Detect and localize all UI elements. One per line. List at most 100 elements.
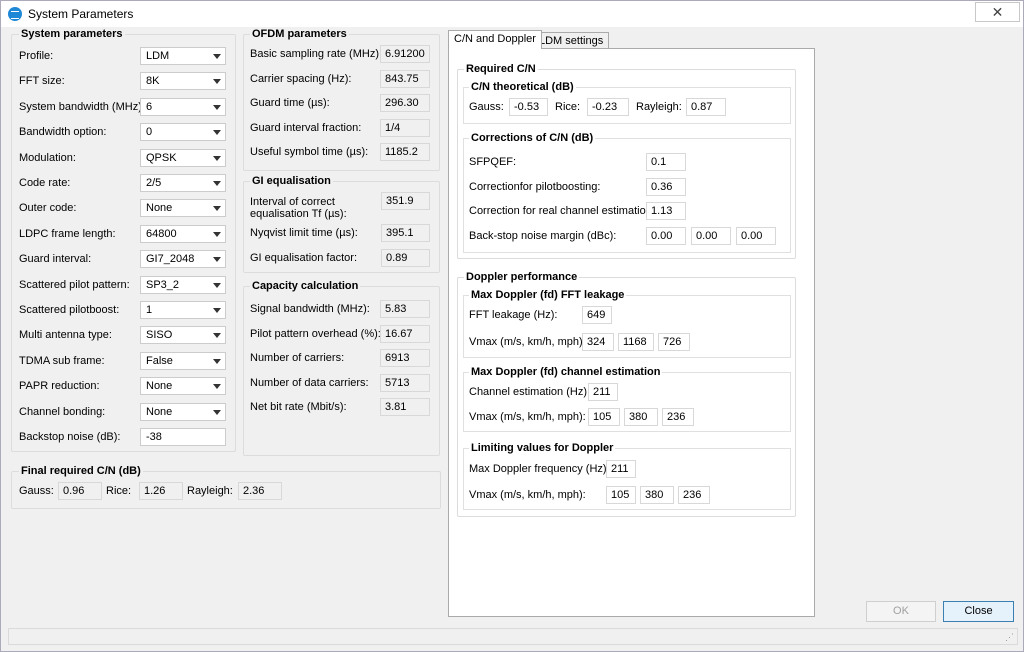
chevron-down-icon xyxy=(213,155,221,161)
scattered-pilot-pattern-dropdown[interactable]: SP3_2 xyxy=(140,275,226,294)
fft-size-value: 8K xyxy=(146,75,160,88)
cap-signal-bandwidth-mhz-value: 5.83 xyxy=(380,300,430,318)
pilot-boost-correction-value: 0.36 xyxy=(646,178,686,196)
ok-button[interactable]: OK xyxy=(866,601,936,622)
pilot-boost-correction-label: Correctionfor pilotboosting: xyxy=(469,181,601,193)
multi-antenna-type-dropdown[interactable]: SISO xyxy=(140,326,226,345)
cn-corrections-group: Corrections of C/N (dB) SFPQEF: 0.1 Corr… xyxy=(463,132,791,253)
cap-number-of-carriers-label: Number of carriers: xyxy=(250,352,345,364)
channel-estimation-title: Max Doppler (fd) channel estimation xyxy=(469,366,663,378)
fft-vmax-label: Vmax (m/s, km/h, mph): xyxy=(469,336,586,348)
chevron-down-icon xyxy=(213,384,221,390)
modulation-label: Modulation: xyxy=(19,151,76,164)
chevron-down-icon xyxy=(213,54,221,59)
gi-nyquist-value: 395.1 xyxy=(381,224,430,242)
outer-code-value: None xyxy=(146,202,173,215)
channel-estimation-value: 211 xyxy=(588,383,618,401)
doppler-group: Doppler performance Max Doppler (fd) FFT… xyxy=(457,271,796,517)
chevron-down-icon xyxy=(213,409,221,415)
system-parameters-title: System parameters xyxy=(19,28,125,40)
code-rate-dropdown[interactable]: 2/5 xyxy=(140,174,226,192)
scattered-pilot-pattern-value: SP3_2 xyxy=(146,278,180,291)
backstop-margin-value-2: 0.00 xyxy=(691,227,731,245)
scattered-pilotboost-dropdown[interactable]: 1 xyxy=(140,301,226,319)
chevron-down-icon xyxy=(213,181,221,186)
cap-pilot-pattern-overhead-value: 16.67 xyxy=(380,324,430,343)
fft-leakage-label: FFT leakage (Hz): xyxy=(469,309,558,321)
ofdm-guard-interval-fraction-label: Guard interval fraction: xyxy=(250,121,362,134)
max-doppler-value: 211 xyxy=(606,460,636,478)
resize-grip-icon[interactable]: ⋰ xyxy=(1005,632,1017,644)
backstop-margin-label: Back-stop noise margin (dBc): xyxy=(469,230,617,242)
cn-rice-value: -0.23 xyxy=(587,98,629,116)
limiting-vmax-mph: 236 xyxy=(678,486,710,504)
multi-antenna-type-value: SISO xyxy=(146,329,173,342)
guard-interval-dropdown[interactable]: GI7_2048 xyxy=(140,250,226,269)
system-bandwidth-mhz-dropdown[interactable]: 6 xyxy=(140,97,226,116)
tab-ldm-settings[interactable]: LDM settings xyxy=(533,32,610,49)
cn-rice-label: Rice: xyxy=(555,101,581,113)
tdma-sub-frame-dropdown[interactable]: False xyxy=(140,351,226,370)
cap-net-bit-rate-mbit-s-label: Net bit rate (Mbit/s): xyxy=(250,401,347,413)
bandwidth-option-dropdown[interactable]: 0 xyxy=(140,123,226,142)
modulation-dropdown[interactable]: QPSK xyxy=(140,148,226,167)
profile-label: Profile: xyxy=(19,50,54,62)
papr-reduction-value: None xyxy=(146,380,173,393)
backstop-margin-value-1: 0.00 xyxy=(646,227,686,245)
dialog-content: System parameters Final required C/N (dB… xyxy=(8,27,1018,625)
chevron-down-icon xyxy=(213,358,221,364)
ldpc-frame-length-dropdown[interactable]: 64800 xyxy=(140,224,226,243)
close-icon[interactable]: ✕ xyxy=(975,2,1020,22)
outer-code-dropdown[interactable]: None xyxy=(140,199,226,218)
ofdm-useful-symbol-time-s-label: Useful symbol time (µs): xyxy=(250,146,369,158)
ldpc-frame-length-value: 64800 xyxy=(146,227,177,240)
system-bandwidth-mhz-label: System bandwidth (MHz): xyxy=(19,100,145,113)
app-icon xyxy=(8,7,22,21)
ofdm-guard-interval-fraction-value: 1/4 xyxy=(380,118,430,137)
cap-net-bit-rate-mbit-s-value: 3.81 xyxy=(380,398,430,416)
channel-bonding-dropdown[interactable]: None xyxy=(140,402,226,421)
max-doppler-label: Max Doppler frequency (Hz): xyxy=(469,463,610,475)
channel-vmax-kmh: 380 xyxy=(624,408,658,426)
real-channel-correction-value: 1.13 xyxy=(646,202,686,220)
bandwidth-option-label: Bandwidth option: xyxy=(19,126,107,139)
ofdm-title: OFDM parameters xyxy=(250,28,349,40)
fft-size-dropdown[interactable]: 8K xyxy=(140,72,226,91)
gi-tf-label: Interval of correct equalisation Tf (µs)… xyxy=(250,196,347,220)
chevron-down-icon xyxy=(213,206,221,212)
code-rate-label: Code rate: xyxy=(19,177,71,189)
backstop-noise-db-input[interactable]: -38 xyxy=(140,428,226,446)
profile-dropdown[interactable]: LDM xyxy=(140,47,226,65)
fft-leakage-value: 649 xyxy=(582,306,612,324)
scattered-pilotboost-value: 1 xyxy=(146,304,153,316)
cap-number-of-data-carriers-value: 5713 xyxy=(380,373,430,392)
ofdm-carrier-spacing-hz-label: Carrier spacing (Hz): xyxy=(250,72,352,85)
gi-equalisation-group: GI equalisation Interval of correct equa… xyxy=(243,175,440,273)
cn-theoretical-title: C/N theoretical (dB) xyxy=(469,81,576,93)
papr-reduction-dropdown[interactable]: None xyxy=(140,377,226,396)
chevron-down-icon xyxy=(213,257,221,263)
modulation-value: QPSK xyxy=(146,151,177,164)
channel-bonding-label: Channel bonding: xyxy=(19,405,106,418)
fft-leakage-title: Max Doppler (fd) FFT leakage xyxy=(469,289,627,301)
close-button[interactable]: Close xyxy=(943,601,1014,622)
gi-title: GI equalisation xyxy=(250,175,333,187)
title-bar: System Parameters ✕ xyxy=(1,1,1023,27)
doppler-title: Doppler performance xyxy=(464,271,580,283)
window-title: System Parameters xyxy=(28,7,134,21)
system-bandwidth-mhz-value: 6 xyxy=(146,100,153,113)
final-rice-label: Rice: xyxy=(106,485,132,497)
final-cn-group: Final required C/N (dB) Gauss: 0.96 Rice… xyxy=(11,465,441,509)
required-cn-title: Required C/N xyxy=(464,63,538,75)
scattered-pilot-pattern-label: Scattered pilot pattern: xyxy=(19,278,130,291)
required-cn-group: Required C/N C/N theoretical (dB) Gauss:… xyxy=(457,63,796,259)
cap-signal-bandwidth-mhz-label: Signal bandwidth (MHz): xyxy=(250,303,370,315)
cn-gauss-value: -0.53 xyxy=(509,98,548,116)
tdma-sub-frame-value: False xyxy=(146,354,173,367)
cn-corrections-title: Corrections of C/N (dB) xyxy=(469,132,596,144)
fft-vmax-kmh: 1168 xyxy=(618,333,654,351)
fft-leakage-group: Max Doppler (fd) FFT leakage FFT leakage… xyxy=(463,289,791,358)
fft-vmax-ms: 324 xyxy=(582,333,614,351)
tab-cn-doppler[interactable]: C/N and Doppler xyxy=(448,30,542,49)
cn-gauss-label: Gauss: xyxy=(469,101,504,113)
